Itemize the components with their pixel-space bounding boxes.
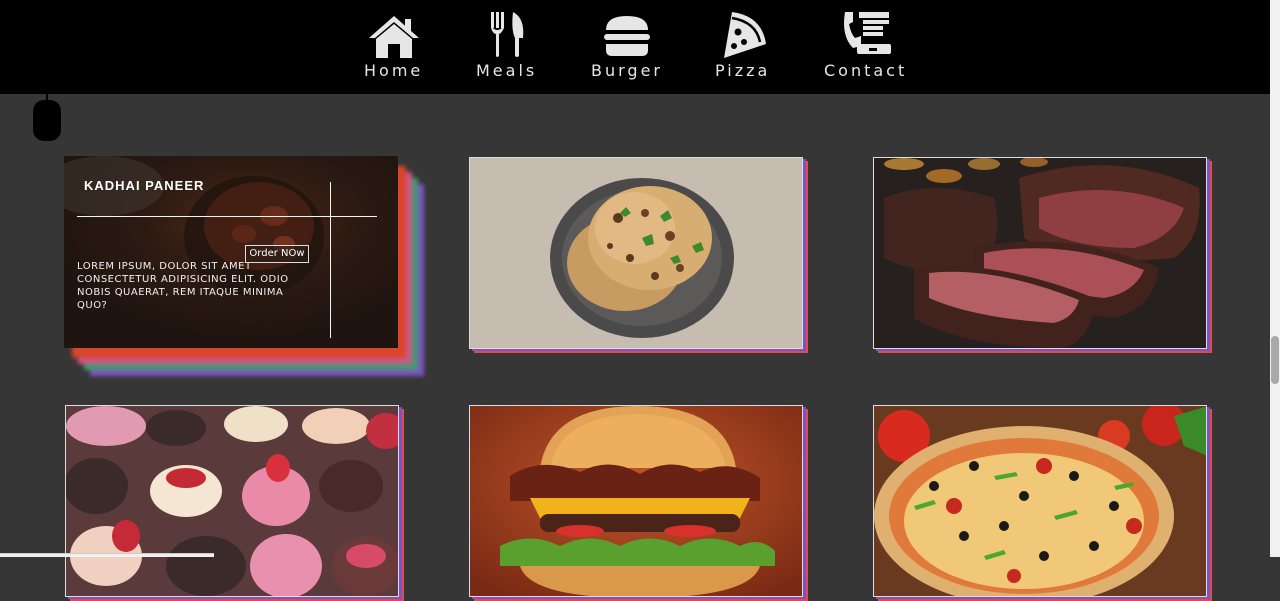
burger-icon (602, 8, 652, 58)
divider-line (77, 216, 377, 217)
top-nav: Home Meals Burger (0, 0, 1270, 94)
nav-label-pizza: Pizza (715, 61, 770, 80)
phone-icon (839, 8, 893, 58)
food-card-desserts[interactable] (65, 405, 399, 597)
steak-image (873, 157, 1207, 349)
featured-title: KADHAI PANEER (84, 178, 204, 193)
home-icon (367, 8, 421, 58)
nav-label-home: Home (364, 61, 423, 80)
pizza-icon (718, 8, 768, 58)
nav-label-meals: Meals (476, 61, 537, 80)
desserts-image (65, 405, 399, 597)
nav-item-home[interactable]: Home (364, 8, 423, 80)
kadhai-paneer-image: KADHAI PANEER LOREM IPSUM, DOLOR SIT AME… (64, 156, 398, 348)
food-card-naan[interactable] (469, 157, 803, 349)
order-now-button[interactable]: Order NOw (245, 245, 309, 263)
featured-card[interactable]: KADHAI PANEER LOREM IPSUM, DOLOR SIT AME… (64, 156, 398, 348)
food-card-burger[interactable] (469, 405, 803, 597)
nav-item-burger[interactable]: Burger (591, 8, 663, 80)
featured-description: LOREM IPSUM, DOLOR SIT AMET CONSECTETUR … (77, 260, 293, 312)
nav-item-meals[interactable]: Meals (476, 8, 537, 80)
nav-label-contact: Contact (824, 61, 907, 80)
divider-line (330, 182, 331, 338)
status-bar (0, 553, 214, 557)
food-card-pizza[interactable] (873, 405, 1207, 597)
burger-image (469, 405, 803, 597)
mouse-scroll-indicator (33, 100, 61, 141)
pizza-image (873, 405, 1207, 597)
scrollbar[interactable] (1270, 0, 1280, 557)
food-card-steak[interactable] (873, 157, 1207, 349)
scrollbar-thumb[interactable] (1271, 336, 1279, 384)
fork-knife-icon (485, 8, 529, 58)
nav-label-burger: Burger (591, 61, 663, 80)
nav-item-contact[interactable]: Contact (824, 8, 907, 80)
nav-item-pizza[interactable]: Pizza (715, 8, 770, 80)
naan-bread-image (469, 157, 803, 349)
